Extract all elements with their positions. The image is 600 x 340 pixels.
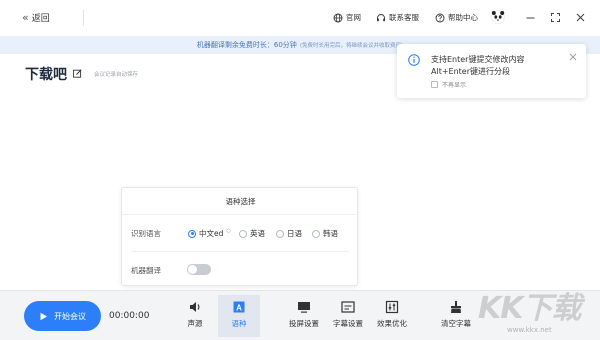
support-label: 联系客服 (389, 13, 419, 22)
recognize-language-label: 识别语言 (131, 229, 161, 238)
divider (83, 10, 84, 26)
help-label: 帮助中心 (448, 13, 478, 22)
radio-unselected (276, 229, 284, 238)
machine-translate-label: 机器翻译 (131, 266, 161, 275)
dont-show-label: 不再显示 (442, 82, 467, 89)
subtitle-settings-button[interactable]: 字幕设置 (328, 295, 368, 337)
language-icon: A (233, 301, 245, 313)
language-select-panel: 语种选择 识别语言 中文ed ○ 英语 日语 韩语 机器翻译 (121, 187, 359, 286)
superscript-circle: ○ (226, 227, 231, 234)
document-title[interactable]: 下载吧 (25, 64, 67, 84)
optimize-label: 效果优化 (377, 319, 407, 328)
headset-icon (377, 13, 385, 21)
radio-unselected (239, 229, 247, 238)
double-chevron-left-icon: « (22, 11, 29, 24)
meeting-timer: 00:00:00 (109, 311, 150, 321)
svg-text:A: A (236, 304, 242, 313)
close-toast-icon[interactable] (569, 53, 577, 61)
radio-unselected (312, 229, 320, 238)
language-option-label: 英语 (250, 229, 265, 238)
autosave-note: 会议记录自动保存 (94, 72, 139, 78)
help-circle-icon (435, 13, 445, 22)
help-link[interactable]: 帮助中心 (435, 12, 478, 23)
minimize-icon (526, 17, 534, 18)
play-icon (40, 312, 47, 320)
notice-sub: (免费时长用完后，将继续会议并收取费用) (299, 43, 404, 49)
back-button[interactable]: « 返回 (22, 11, 50, 24)
machine-translate-toggle[interactable] (187, 264, 211, 275)
monitor-icon (298, 302, 310, 313)
radio-selected (188, 229, 196, 238)
language-option-label: 中文ed (199, 229, 224, 238)
notice-main: 机器翻译剩余免费时长：60分钟 (196, 41, 297, 49)
info-icon (408, 54, 420, 66)
toggle-knob (188, 265, 197, 274)
maximize-button[interactable] (549, 11, 561, 23)
subtitle-icon (341, 301, 355, 313)
panel-divider (132, 251, 349, 252)
equalizer-icon (385, 300, 399, 314)
panda-avatar-icon[interactable] (491, 10, 505, 24)
clear-subtitles-label: 清空字幕 (441, 319, 471, 328)
panel-divider (122, 214, 359, 215)
panel-title: 语种选择 (225, 197, 256, 206)
language-option-label: 日语 (287, 229, 302, 238)
language-button[interactable]: A 语种 (218, 295, 260, 337)
language-option-korean[interactable]: 韩语 (312, 228, 338, 239)
watermark-logo: KK下载 (478, 291, 581, 326)
audio-source-label: 声源 (187, 319, 203, 328)
projection-settings-label: 投屏设置 (289, 319, 319, 328)
broom-icon (451, 301, 461, 313)
language-option-japanese[interactable]: 日语 (276, 228, 302, 239)
shortcut-tip-toast: 支持Enter键提交修改内容 Alt+Enter键进行分段 不再显示 (397, 44, 586, 98)
website-link[interactable]: 官网 (333, 12, 361, 23)
watermark-url: www.kkx.net (507, 326, 552, 334)
clear-subtitles-button[interactable]: 清空字幕 (436, 295, 476, 337)
language-label: 语种 (231, 319, 247, 328)
edit-icon[interactable] (73, 69, 82, 78)
projection-settings-button[interactable]: 投屏设置 (284, 295, 324, 337)
maximize-icon (550, 12, 560, 22)
back-label: 返回 (31, 14, 50, 24)
checkbox-box (431, 81, 438, 88)
tip-line-2: Alt+Enter键进行分段 (431, 67, 511, 76)
speaker-icon (190, 302, 200, 312)
start-meeting-button[interactable]: 开始会议 (24, 301, 101, 331)
close-icon (576, 13, 584, 21)
support-link[interactable]: 联系客服 (376, 12, 419, 23)
minimize-button[interactable] (524, 11, 536, 23)
tip-line-1: 支持Enter键提交修改内容 (431, 55, 525, 64)
language-option-chinese[interactable]: 中文ed ○ (188, 228, 231, 239)
website-label: 官网 (346, 13, 361, 22)
language-option-label: 韩语 (323, 229, 338, 238)
start-meeting-label: 开始会议 (54, 311, 86, 321)
globe-icon (333, 13, 343, 22)
language-option-english[interactable]: 英语 (239, 228, 265, 239)
dont-show-checkbox[interactable]: 不再显示 (431, 80, 466, 89)
audio-source-button[interactable]: 声源 (180, 295, 210, 337)
close-window-button[interactable] (574, 11, 586, 23)
top-bar: « 返回 官网 联系客服 帮助中心 (0, 0, 600, 36)
subtitle-settings-label: 字幕设置 (333, 319, 363, 328)
optimize-button[interactable]: 效果优化 (372, 295, 412, 337)
